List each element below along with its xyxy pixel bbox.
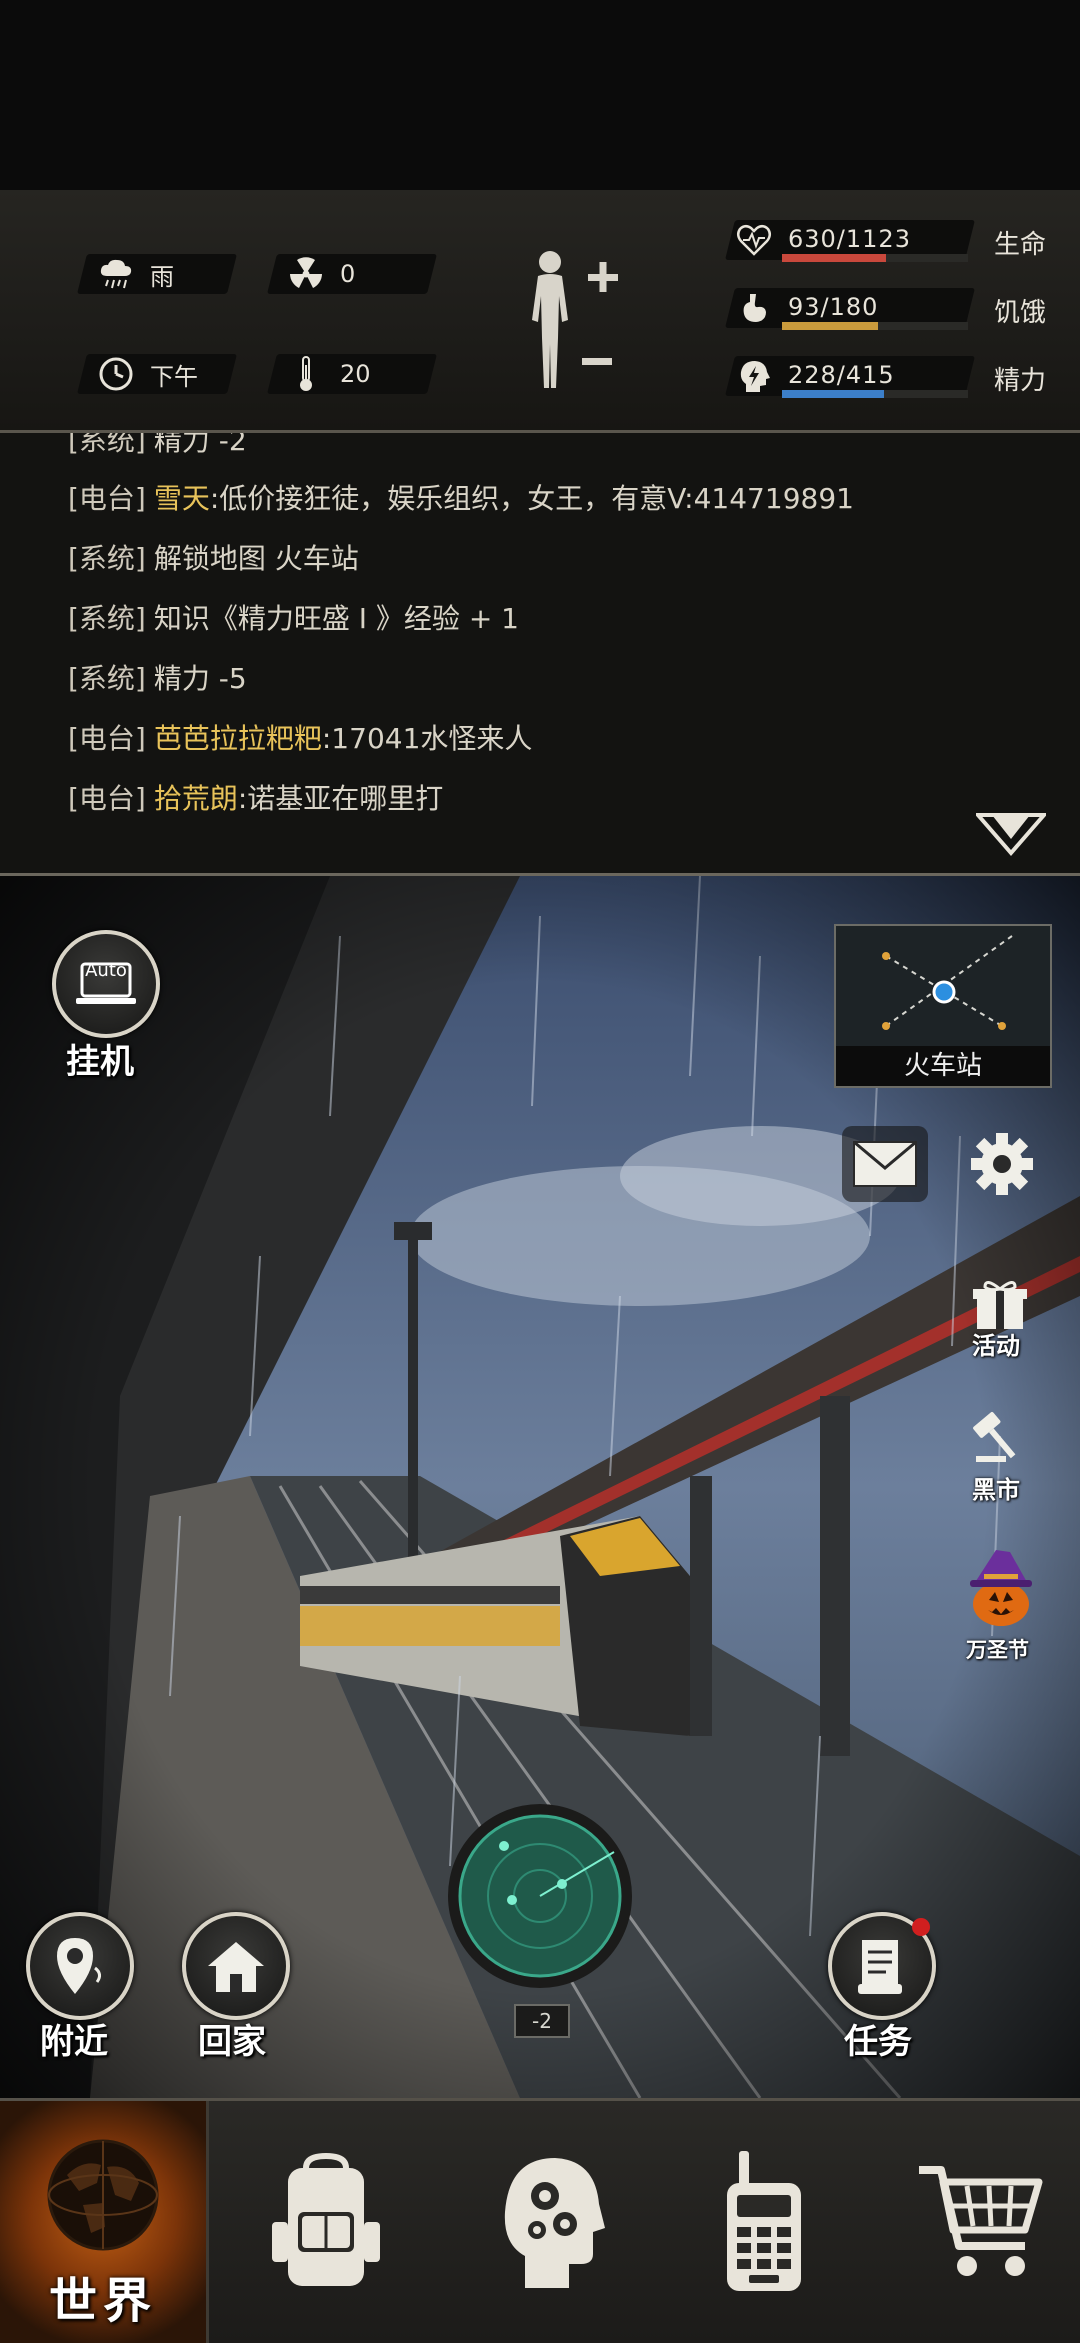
nearby-button[interactable] [26,1912,134,2020]
tasks-button[interactable] [828,1912,936,2020]
location-pin-icon [57,1938,102,1994]
head-lightning-icon [740,361,770,392]
minimap[interactable]: 火车站 [834,924,1052,1088]
pumpkin-witch-hat-icon [970,1550,1032,1626]
nav-world[interactable]: 世界 [0,2101,209,2343]
head-gears-icon [504,2158,605,2288]
events-label: 活动 [972,1332,1020,1360]
chevron-down-icon[interactable] [976,809,1046,859]
log-line: [系统] 精力 -5 [68,662,247,695]
character-body-button[interactable] [520,248,630,398]
top-blank-bar [0,0,1080,190]
notification-dot [912,1918,930,1936]
auto-button[interactable]: Auto [52,930,160,1038]
black-market-button[interactable] [960,1396,1040,1476]
bottom-nav: 世界 [0,2098,1080,2343]
radiation-icon [286,254,326,294]
nav-shop[interactable] [890,2101,1070,2343]
hunger-label: 饥饿 [994,298,1047,328]
radiation-chip: 0 [267,254,437,294]
log-line: [电台] 拾荒朗:诺基亚在哪里打 [68,782,444,815]
home-button[interactable] [182,1912,290,2020]
weather-chip: 雨 [77,254,237,294]
radar-button[interactable] [444,1800,636,1992]
hunger-fill [782,322,879,330]
heart-icon [737,225,771,256]
thermometer-icon [286,354,326,394]
log-line: [电台] 雪天:低价接狂徒，娱乐组织，女王，有意V:414719891 [68,482,854,515]
energy-fill [782,390,885,398]
mail-button[interactable] [842,1126,928,1202]
nav-skills[interactable] [460,2101,640,2343]
nav-world-label: 世界 [48,2273,157,2329]
message-log[interactable]: [系统] 精力 -2 [电台] 雪天:低价接狂徒，娱乐组织，女王，有意V:41471… [0,433,1080,876]
auto-badge: Auto [85,960,127,981]
halloween-button[interactable] [956,1544,1046,1634]
log-line: [电台] 芭芭拉拉粑粑:17041水怪来人 [68,722,533,755]
energy-label: 精力 [994,366,1047,396]
weather-text: 雨 [150,262,174,291]
nav-radio[interactable] [684,2101,844,2343]
halloween-label: 万圣节 [966,1638,1029,1662]
time-text: 下午 [150,362,198,391]
gavel-icon [973,1412,1016,1462]
health-fill [782,254,887,262]
minimap-label: 火车站 [836,1046,1050,1086]
envelope-icon [853,1140,917,1187]
time-chip: 下午 [77,354,237,394]
status-panel: 雨 0 下午 20 630/1123 生命 93/180 饥饿 228/415 … [0,190,1080,433]
walkie-talkie-icon [727,2151,801,2291]
hunger-value: 93/180 [788,293,879,321]
radar-level: -2 [514,2004,570,2038]
energy-value: 228/415 [788,361,895,389]
hunger-bar: 93/180 饥饿 [725,288,1060,332]
auto-label: 挂机 [66,1042,134,1082]
clock-icon [96,354,136,394]
black-market-label: 黑市 [972,1476,1020,1504]
log-line: [系统] 精力 -2 [68,433,247,457]
minimap-graph [882,935,1013,1030]
log-line: [系统] 解锁地图 火车站 [68,542,359,575]
gear-icon [971,1133,1033,1195]
temperature-chip: 20 [267,354,437,394]
shopping-cart-icon [919,2166,1043,2276]
tasks-label: 任务 [844,2022,912,2062]
health-label: 生命 [994,230,1047,260]
log-line: [系统] 知识《精力旺盛 I 》经验 + 1 [68,602,519,635]
house-icon [208,1942,264,1992]
health-bar: 630/1123 生命 [725,220,1060,264]
energy-bar: 228/415 精力 [725,356,1060,400]
radiation-value: 0 [340,260,356,288]
scroll-quest-icon [858,1940,902,1994]
rain-cloud-icon [96,254,136,294]
health-value: 630/1123 [788,225,911,253]
settings-button[interactable] [960,1124,1044,1204]
stomach-icon [743,294,766,322]
backpack-icon [272,2152,380,2286]
gift-icon [973,1281,1027,1329]
globe-icon [47,2139,159,2251]
nav-backpack[interactable] [236,2101,416,2343]
train-station-scene[interactable]: Auto 挂机 火车站 活动 黑市 万圣节 -2 附近 回家 任务 [0,876,1080,2098]
temperature-value: 20 [340,360,371,388]
nearby-label: 附近 [40,2022,108,2062]
home-label: 回家 [198,2022,266,2062]
